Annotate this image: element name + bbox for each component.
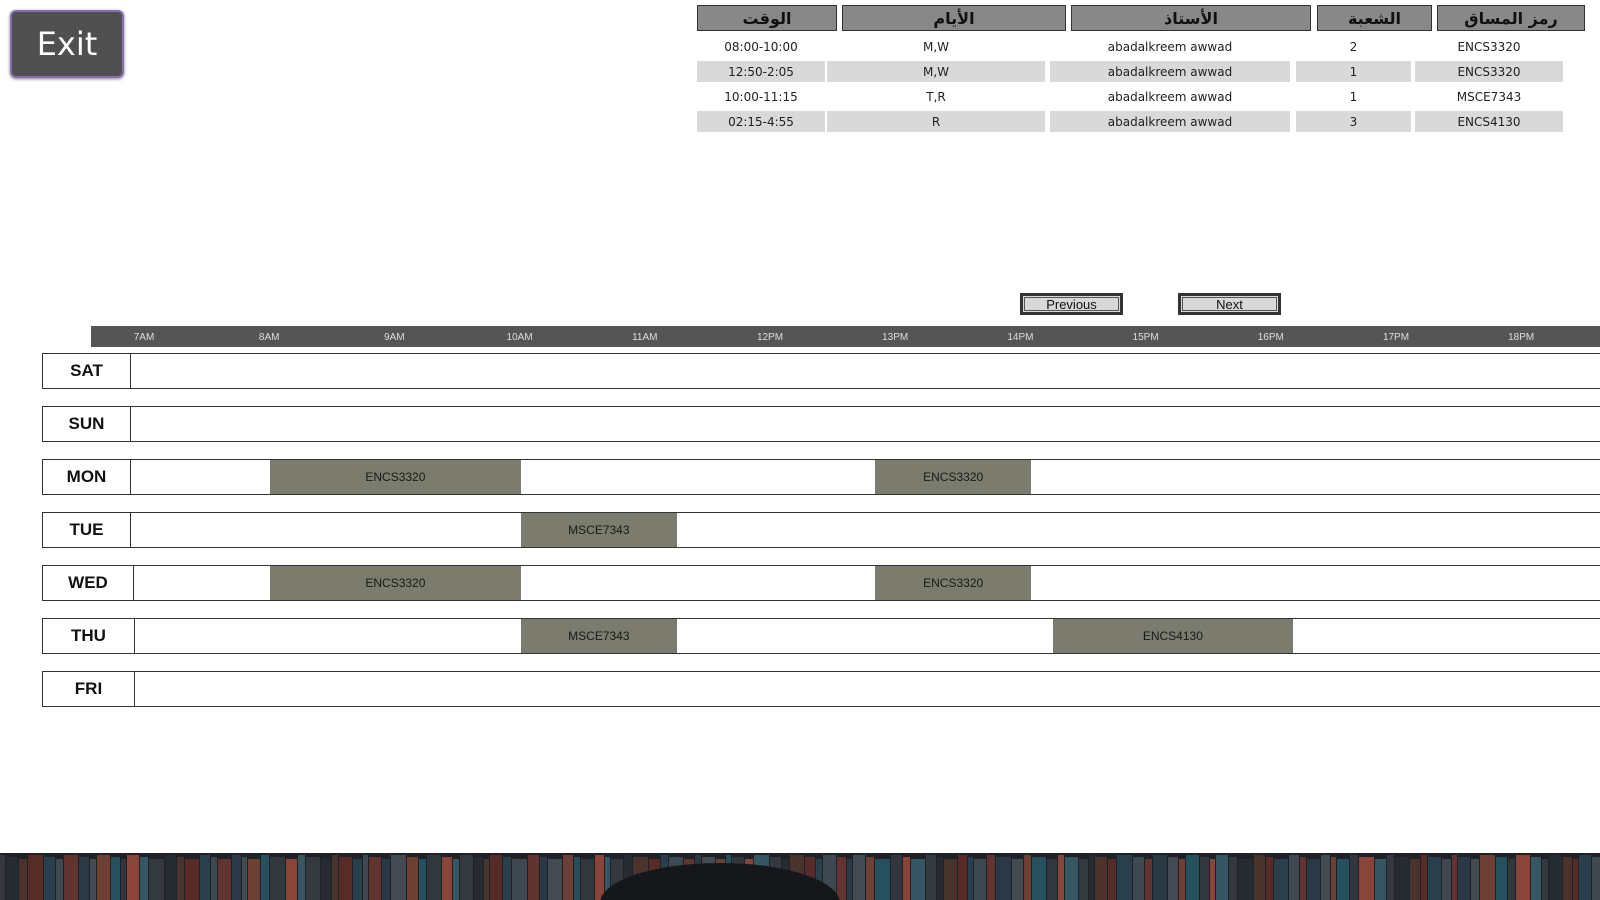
cell-time: 10:00-11:15 [724,89,798,104]
cell-course-code: ENCS3320 [1457,39,1521,54]
day-row-thu: THU MSCE7343 ENCS4130 [42,618,1600,654]
time-tick-label: 18PM [1508,332,1535,343]
cell-course-code: MSCE7343 [1456,89,1522,104]
course-block[interactable]: ENCS4130 [1052,619,1294,653]
exit-button[interactable]: Exit [10,10,124,78]
day-row-fri: FRI [42,671,1600,707]
header-time: الوقت [697,5,837,31]
time-tick-label: 8AM [258,332,280,343]
course-block[interactable]: ENCS3320 [270,566,521,600]
day-row-tue: TUE MSCE7343 [42,512,1600,548]
time-tick-label: 10AM [506,332,533,343]
table-row: 10:00-11:15 T,R abadalkreem awwad 1 MSCE7343 [695,84,1585,109]
course-block[interactable]: MSCE7343 [520,513,678,547]
next-button[interactable]: Next [1178,293,1281,315]
day-row-sun: SUN [42,406,1600,442]
cell-course-code: ENCS3320 [1415,61,1563,82]
cell-time: 08:00-10:00 [724,39,798,54]
cell-section: 2 [1349,39,1358,54]
time-tick-label: 16PM [1257,332,1284,343]
day-label: SAT [43,354,131,388]
cell-time: 12:50-2:05 [697,61,825,82]
cell-section: 3 [1296,111,1411,132]
table-row: 02:15-4:55 Rabadalkreem awwad 3 ENCS4130 [695,109,1585,134]
course-block[interactable]: ENCS3320 [874,460,1032,494]
time-tick-label: 12PM [756,332,784,343]
table-row: 12:50-2:05 M,W abadalkreem awwad 1 ENCS3320 [695,59,1585,84]
previous-button[interactable]: Previous [1020,293,1123,315]
day-label: MON [43,460,131,494]
day-label: WED [43,566,134,600]
course-block[interactable]: ENCS3320 [874,566,1032,600]
header-days: الأيام [842,5,1066,31]
cell-course-code: ENCS4130 [1415,111,1563,132]
table-body: 08:00-10:00 M,W abadalkreem awwad 2 ENCS3320… [695,34,1585,134]
header-course-code: رمز المساق [1437,5,1585,31]
cell-instructor: abadalkreem awwad [1107,39,1233,54]
time-tick-label: 7AM [133,332,155,343]
time-tick-label: 9AM [384,332,405,343]
time-tick-label: 14PM [1007,332,1034,343]
cell-section: 1 [1296,61,1411,82]
time-tick-label: 11AM [632,332,658,343]
timeline-header: 7AM 8AM 9AM 10AM 11AM 12PM 13PM 14PM 15PM 16PM 17P… [91,326,1600,347]
cell-days: R [827,111,1045,132]
bookshelf-background-image [0,853,1600,900]
cell-section: 1 [1349,89,1358,104]
day-row-wed: WED ENCS3320 ENCS3320 [42,565,1600,601]
day-row-mon: MON ENCS3320 ENCS3320 [42,459,1600,495]
cell-time: 02:15-4:55 [697,111,825,132]
table-row: 08:00-10:00 M,W abadalkreem awwad 2 ENCS3320 [695,34,1585,59]
day-label: TUE [43,513,131,547]
time-tick-label: 15PM [1132,332,1159,343]
cell-instructor: abadalkreem awwad [1050,61,1290,82]
course-block[interactable]: MSCE7343 [520,619,678,653]
cell-days: T,R [926,89,946,104]
day-label: FRI [43,672,135,706]
cell-days: M,W [827,61,1045,82]
header-section: الشعبة [1317,5,1432,31]
course-table: الوقت الأيام الأستاذ الشعبة رمز المساق 0… [695,4,1585,134]
header-instructor: الأستاذ [1071,5,1311,31]
cell-instructor: abadalkreem awwad [1050,111,1290,132]
day-label: THU [43,619,135,653]
cell-instructor: abadalkreem awwad [1107,89,1233,104]
cell-days: M,W [922,39,950,54]
day-row-sat: SAT [42,353,1600,389]
day-label: SUN [43,407,131,441]
time-tick-label: 17PM [1382,332,1410,343]
course-block[interactable]: ENCS3320 [270,460,521,494]
table-header-row: الوقت الأيام الأستاذ الشعبة رمز المساق [695,4,1585,34]
time-tick-label: 13PM [882,332,909,343]
